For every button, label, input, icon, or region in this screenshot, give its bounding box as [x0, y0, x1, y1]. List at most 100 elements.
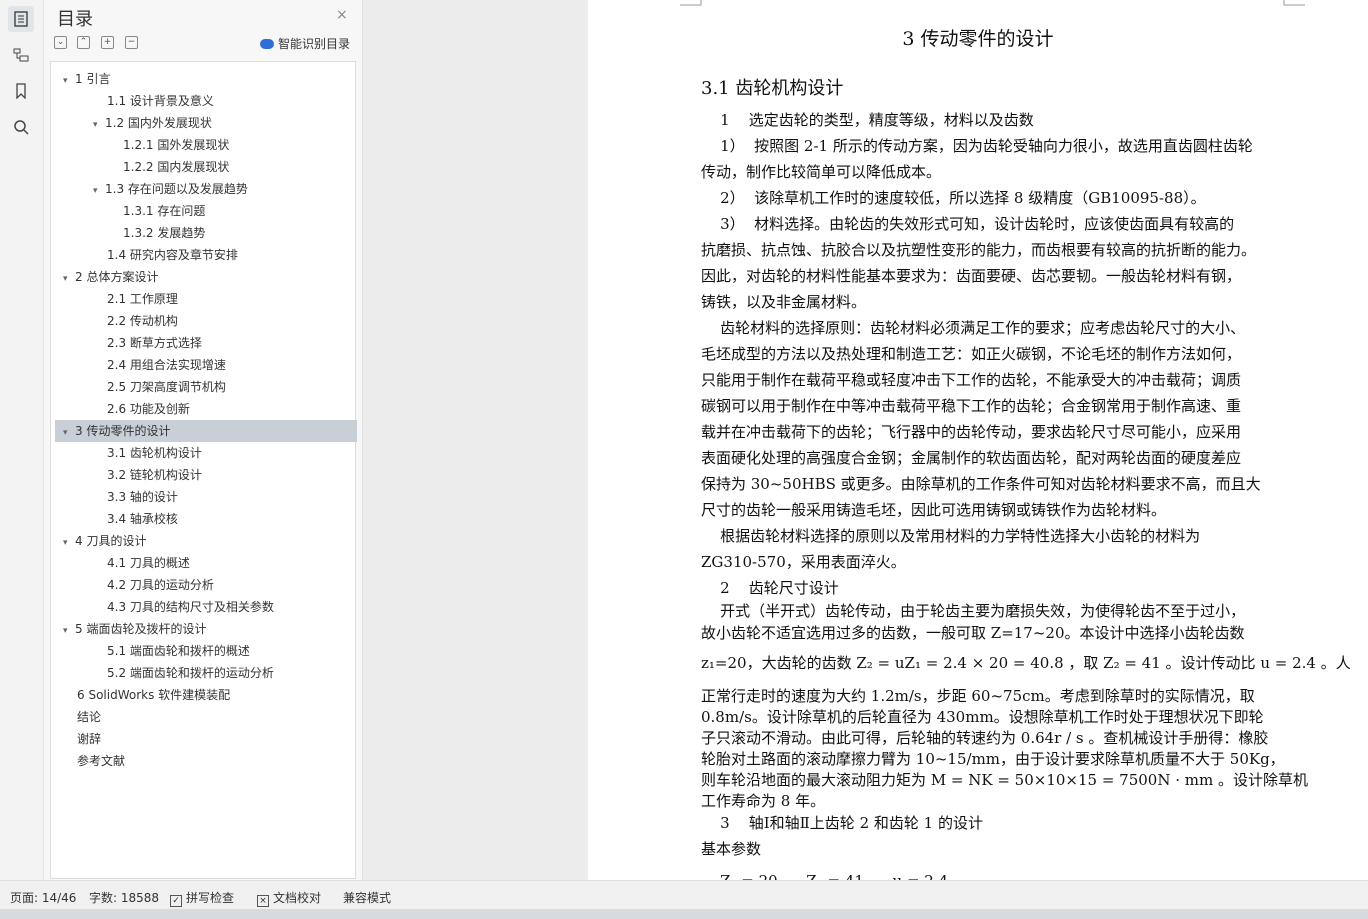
toc-item-label: 参考文献	[77, 754, 126, 768]
paragraph-line: 抗磨损、抗点蚀、抗胶合以及抗塑性变形的能力，而齿根要有较高的抗折断的能力。	[701, 241, 1257, 259]
toc-item[interactable]: 4.3 刀具的结构尺寸及相关参数	[55, 596, 401, 618]
crop-mark-icon	[1283, 0, 1305, 6]
toc-item[interactable]: 3.1 齿轮机构设计	[55, 442, 401, 464]
paragraph-line: 齿轮材料的选择原则：齿轮材料必须满足工作的要求；应考虑齿轮尺寸的大小、	[701, 319, 1246, 337]
toc-item[interactable]: 2.2 传动机构	[55, 310, 401, 332]
toc-item[interactable]: 5.1 端面齿轮和拨杆的概述	[55, 640, 401, 662]
toc-item-label: 2.2 传动机构	[107, 314, 178, 328]
toc-item[interactable]: 谢辞	[55, 728, 371, 750]
toc-item[interactable]: 1.1 设计背景及意义	[55, 90, 401, 112]
toc-item[interactable]: 2.6 功能及创新	[55, 398, 401, 420]
compat-mode[interactable]: 兼容模式	[343, 889, 391, 906]
toc-item-label: 2.1 工作原理	[107, 292, 178, 306]
paragraph-line: 尺寸的齿轮一般采用铸造毛坯，因此可选用铸钢或铸铁作为齿轮材料。	[701, 501, 1167, 519]
toc-item-label: 5.2 端面齿轮和拨杆的运动分析	[107, 666, 274, 680]
paragraph-line: 只能用于制作在载荷平稳或轻度冲击下工作的齿轮，不能承受大的冲击载荷；调质	[701, 371, 1242, 389]
document-viewport[interactable]: 3 传动零件的设计 3.1 齿轮机构设计 1 选定齿轮的类型，精度等级，材料以及…	[363, 0, 1368, 880]
chevron-down-icon[interactable]: ▾	[63, 532, 75, 554]
bookmark-icon[interactable]	[8, 78, 34, 104]
paragraph-line: 工作寿命为 8 年。	[701, 792, 826, 810]
chevron-down-icon[interactable]: ▾	[93, 114, 105, 136]
toc-item-label: 3 传动零件的设计	[75, 424, 171, 438]
crop-mark-icon	[680, 0, 702, 6]
toc-item-label: 3.3 轴的设计	[107, 490, 178, 504]
toc-item-label: 3.4 轴承校核	[107, 512, 178, 526]
chevron-down-icon[interactable]: ▾	[63, 268, 75, 290]
toc-item[interactable]: ▾ 2 总体方案设计	[55, 266, 357, 288]
proofread-label: 文档校对	[273, 891, 322, 905]
toc-item[interactable]: 3.2 链轮机构设计	[55, 464, 401, 486]
toc-item[interactable]: 6 SolidWorks 软件建模装配	[55, 684, 371, 706]
toc-item-label: 1.2.2 国内发展现状	[123, 160, 230, 174]
status-bar: 页面: 14/46 字数: 18588 ✓ 拼写检查 × 文档校对 兼容模式	[0, 880, 1368, 910]
smart-toc-icon	[260, 38, 274, 49]
section-heading: 3.1 齿轮机构设计	[701, 78, 844, 99]
toc-item-label: 1.1 设计背景及意义	[107, 94, 214, 108]
word-count[interactable]: 字数: 18588	[89, 889, 159, 906]
paragraph-line: 碳钢可以用于制作在中等冲击载荷平稳下工作的齿轮；合金钢常用于制作高速、重	[701, 397, 1242, 415]
paragraph-line: 开式（半开式）齿轮传动，由于轮齿主要为磨损失效，为使得轮齿不至于过小，	[701, 602, 1246, 620]
structure-icon[interactable]	[8, 42, 34, 68]
toc-item-label: 1.3.2 发展趋势	[123, 226, 206, 240]
close-icon[interactable]: ×	[336, 7, 348, 23]
toc-item[interactable]: 1.4 研究内容及章节安排	[55, 244, 401, 266]
toc-item-label: 5 端面齿轮及拨杆的设计	[75, 622, 207, 636]
toc-item[interactable]: 参考文献	[55, 750, 371, 772]
spell-check-label: 拼写检查	[186, 891, 235, 905]
chevron-down-icon[interactable]: ▾	[63, 422, 75, 444]
smart-toc-button[interactable]: 智能识别目录	[260, 35, 350, 52]
add-heading-icon[interactable]: +	[101, 36, 114, 49]
paragraph-line: 3 轴Ⅰ和轴Ⅱ上齿轮 2 和齿轮 1 的设计	[701, 814, 983, 832]
paragraph-line: 毛坯成型的方法以及热处理和制造工艺：如正火碳钢，不论毛坯的制作方法如何，	[701, 345, 1242, 363]
paragraph-line: 保持为 30~50HBS 或更多。由除草机的工作条件可知对齿轮材料要求不高，而且…	[701, 475, 1261, 493]
chevron-down-icon[interactable]: ▾	[63, 70, 75, 92]
toc-item-label: 1.3 存在问题以及发展趋势	[105, 182, 248, 196]
toc-item[interactable]: 3.4 轴承校核	[55, 508, 401, 530]
chevron-down-icon[interactable]: ▾	[63, 620, 75, 642]
toc-item-label: 谢辞	[77, 732, 102, 746]
paragraph-line: 故小齿轮不适宜选用过多的齿数，一般可取 Z=17~20。本设计中选择小齿轮齿数	[701, 624, 1245, 642]
chapter-title: 3 传动零件的设计	[902, 28, 1054, 50]
toc-item[interactable]: ▾ 1 引言	[55, 68, 357, 90]
toc-panel-icon[interactable]	[8, 6, 34, 32]
toc-item[interactable]: 3.3 轴的设计	[55, 486, 401, 508]
toc-item[interactable]: ▾ 1.2 国内外发展现状	[55, 112, 387, 134]
search-icon[interactable]	[8, 114, 34, 140]
toc-item-label: 4 刀具的设计	[75, 534, 147, 548]
paragraph-line: 则车轮沿地面的最大滚动阻力矩为 M = NK = 50×10×15 = 7500…	[701, 771, 1308, 789]
toc-item-label: 3.1 齿轮机构设计	[107, 446, 202, 460]
toc-item[interactable]: ▾ 3 传动零件的设计	[55, 420, 357, 442]
expand-up-icon[interactable]: ⌃	[77, 36, 90, 49]
paragraph-line: 铸铁，以及非金属材料。	[701, 293, 867, 311]
toc-item[interactable]: 2.5 刀架高度调节机构	[55, 376, 401, 398]
toc-item-label: 4.2 刀具的运动分析	[107, 578, 214, 592]
toc-item-label: 结论	[77, 710, 102, 724]
check-box-icon: ✓	[170, 895, 182, 907]
paragraph-line: 1） 按照图 2-1 所示的传动方案，因为齿轮受轴向力很小，故选用直齿圆柱齿轮	[701, 137, 1253, 155]
paragraph-line: 表面硬化处理的高强度合金钢；金属制作的软齿面齿轮，配对两轮齿面的硬度差应	[701, 449, 1242, 467]
icon-rail	[0, 0, 44, 880]
toc-item[interactable]: ▾ 4 刀具的设计	[55, 530, 357, 552]
spell-check-button[interactable]: ✓ 拼写检查	[170, 889, 234, 907]
remove-heading-icon[interactable]: −	[125, 36, 138, 49]
page-indicator[interactable]: 页面: 14/46	[10, 889, 76, 906]
toc-item[interactable]: 4.2 刀具的运动分析	[55, 574, 401, 596]
toc-item[interactable]: 2.3 断草方式选择	[55, 332, 401, 354]
toc-item[interactable]: 4.1 刀具的概述	[55, 552, 401, 574]
collapse-all-icon[interactable]: ⌄	[54, 36, 67, 49]
toc-item-label: 1.2 国内外发展现状	[105, 116, 212, 130]
paragraph-line: 1 选定齿轮的类型，精度等级，材料以及齿数	[701, 111, 1034, 129]
document-page[interactable]: 3 传动零件的设计 3.1 齿轮机构设计 1 选定齿轮的类型，精度等级，材料以及…	[588, 0, 1368, 880]
toc-item-label: 6 SolidWorks 软件建模装配	[77, 688, 231, 702]
toc-item[interactable]: ▾ 1.3 存在问题以及发展趋势	[55, 178, 387, 200]
toc-item[interactable]: 5.2 端面齿轮和拨杆的运动分析	[55, 662, 401, 684]
toc-item[interactable]: 2.4 用组合法实现增速	[55, 354, 401, 376]
toc-item-label: 2.4 用组合法实现增速	[107, 358, 226, 372]
paragraph-line: 载并在冲击载荷下的齿轮；飞行器中的齿轮传动，要求齿轮尺寸尽可能小，应采用	[701, 423, 1242, 441]
toc-item[interactable]: 结论	[55, 706, 371, 728]
proofread-button[interactable]: × 文档校对	[257, 889, 321, 907]
toc-item[interactable]: 2.1 工作原理	[55, 288, 401, 310]
toc-item[interactable]: ▾ 5 端面齿轮及拨杆的设计	[55, 618, 357, 640]
chevron-down-icon[interactable]: ▾	[93, 180, 105, 202]
paragraph-line: 根据齿轮材料选择的原则以及常用材料的力学特性选择大小齿轮的材料为	[701, 527, 1201, 545]
